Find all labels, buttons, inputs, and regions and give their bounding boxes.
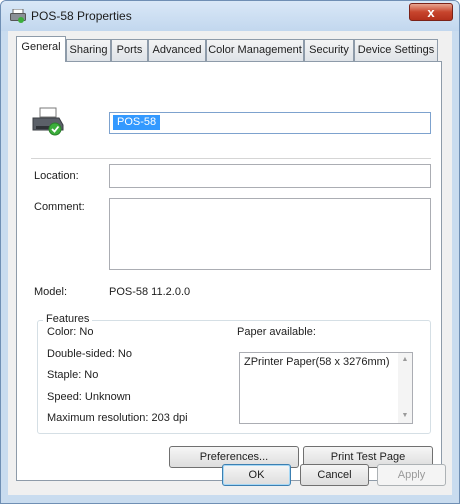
tab-advanced[interactable]: Advanced — [148, 39, 206, 61]
printer-name-input[interactable]: POS-58 — [109, 112, 431, 134]
properties-window: POS-58 Properties x General Sharing Port… — [0, 0, 460, 504]
feature-speed: Speed: Unknown — [47, 391, 131, 403]
cancel-button[interactable]: Cancel — [300, 464, 369, 486]
printer-icon — [32, 107, 64, 136]
window-title: POS-58 Properties — [31, 9, 132, 23]
comment-input[interactable] — [109, 198, 431, 270]
paper-list[interactable]: ZPrinter Paper(58 x 3276mm) ▲ ▼ — [239, 352, 413, 424]
paper-list-scrollbar[interactable]: ▲ ▼ — [398, 353, 412, 423]
scroll-up-icon[interactable]: ▲ — [401, 356, 409, 364]
tab-color-management[interactable]: Color Management — [206, 39, 304, 61]
title-bar[interactable]: POS-58 Properties x — [1, 1, 459, 31]
paper-available-label: Paper available: — [237, 326, 316, 338]
feature-color: Color: No — [47, 326, 94, 338]
model-value: POS-58 11.2.0.0 — [109, 286, 191, 298]
close-button[interactable]: x — [409, 3, 453, 21]
tab-device-settings[interactable]: Device Settings — [354, 39, 438, 61]
model-label: Model: — [34, 286, 68, 298]
feature-max-resolution: Maximum resolution: 203 dpi — [47, 412, 188, 424]
tab-sharing[interactable]: Sharing — [66, 39, 111, 61]
ok-button[interactable]: OK — [222, 464, 291, 486]
apply-button[interactable]: Apply — [377, 464, 446, 486]
comment-label: Comment: — [34, 201, 85, 213]
printer-name-value: POS-58 — [113, 115, 161, 130]
tab-ports[interactable]: Ports — [111, 39, 148, 61]
location-label: Location: — [34, 170, 79, 182]
scroll-down-icon[interactable]: ▼ — [401, 412, 409, 420]
location-input[interactable] — [109, 164, 431, 188]
tab-general[interactable]: General — [16, 36, 66, 62]
divider — [31, 158, 431, 162]
features-legend: Features — [43, 313, 93, 325]
list-item[interactable]: ZPrinter Paper(58 x 3276mm) — [244, 356, 390, 368]
general-tab-panel: POS-58 Location: Comment: Model: POS-58 … — [16, 61, 442, 481]
close-icon: x — [427, 5, 435, 20]
dialog-body: General Sharing Ports Advanced Color Man… — [8, 31, 452, 495]
feature-double-sided: Double-sided: No — [47, 348, 132, 360]
feature-staple: Staple: No — [47, 369, 99, 381]
printer-icon — [10, 9, 26, 23]
tab-security[interactable]: Security — [304, 39, 354, 61]
